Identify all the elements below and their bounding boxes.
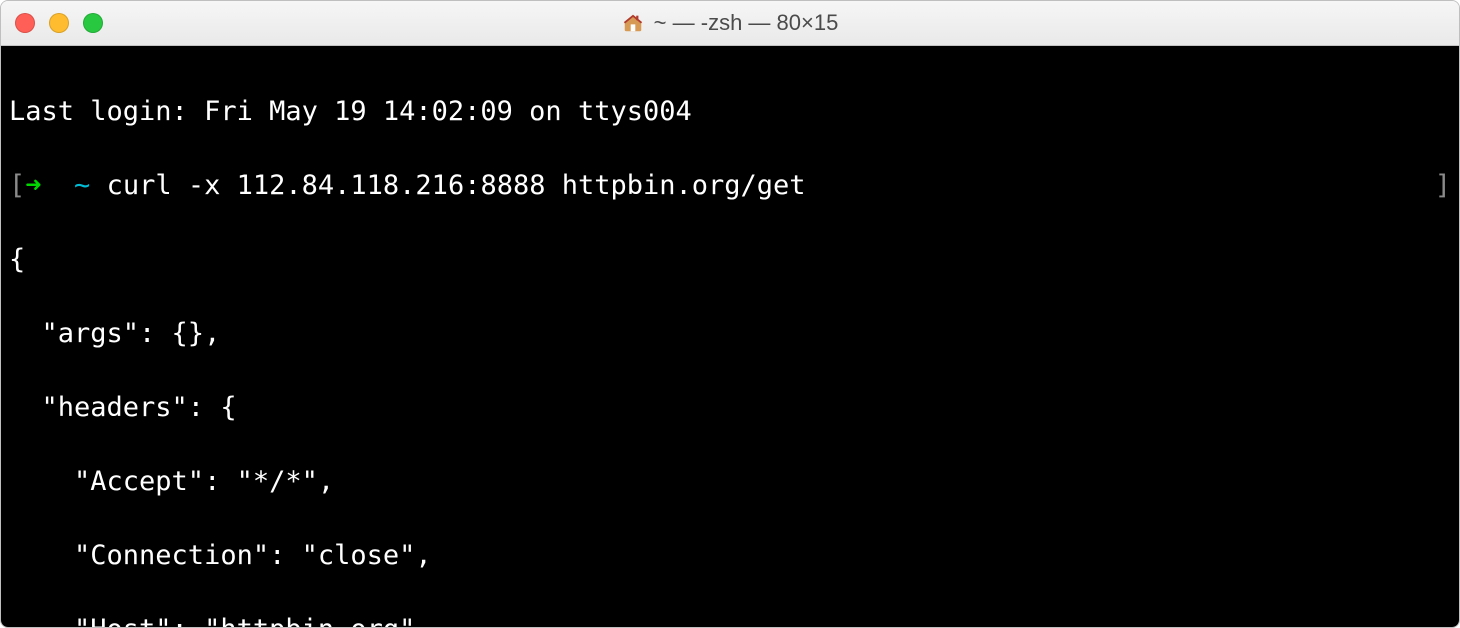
window-title-text: ~ — -zsh — 80×15 [654,10,839,36]
zoom-button[interactable] [83,13,103,33]
prompt-rbracket: ] [1435,167,1451,204]
output-line: "args": {}, [9,315,1451,352]
prompt-tilde: ~ [74,170,90,201]
home-icon [622,12,644,34]
terminal-window: ~ — -zsh — 80×15 Last login: Fri May 19 … [0,0,1460,628]
close-button[interactable] [15,13,35,33]
terminal-body[interactable]: Last login: Fri May 19 14:02:09 on ttys0… [1,46,1459,627]
traffic-lights [15,1,103,45]
prompt-arrow-icon: ➜ [25,170,41,201]
output-line: "Connection": "close", [9,537,1451,574]
prompt-line-1: [➜ ~ curl -x 112.84.118.216:8888 httpbin… [9,167,1451,204]
prompt-lbracket: [ [9,170,25,201]
output-line: { [9,241,1451,278]
output-line: "Accept": "*/*", [9,463,1451,500]
output-line: "headers": { [9,389,1451,426]
output-line: "Host": "httpbin.org", [9,611,1451,627]
minimize-button[interactable] [49,13,69,33]
window-title: ~ — -zsh — 80×15 [1,10,1459,36]
window-titlebar[interactable]: ~ — -zsh — 80×15 [1,1,1459,46]
last-login-line: Last login: Fri May 19 14:02:09 on ttys0… [9,93,1451,130]
command-text: curl -x 112.84.118.216:8888 httpbin.org/… [107,170,806,201]
